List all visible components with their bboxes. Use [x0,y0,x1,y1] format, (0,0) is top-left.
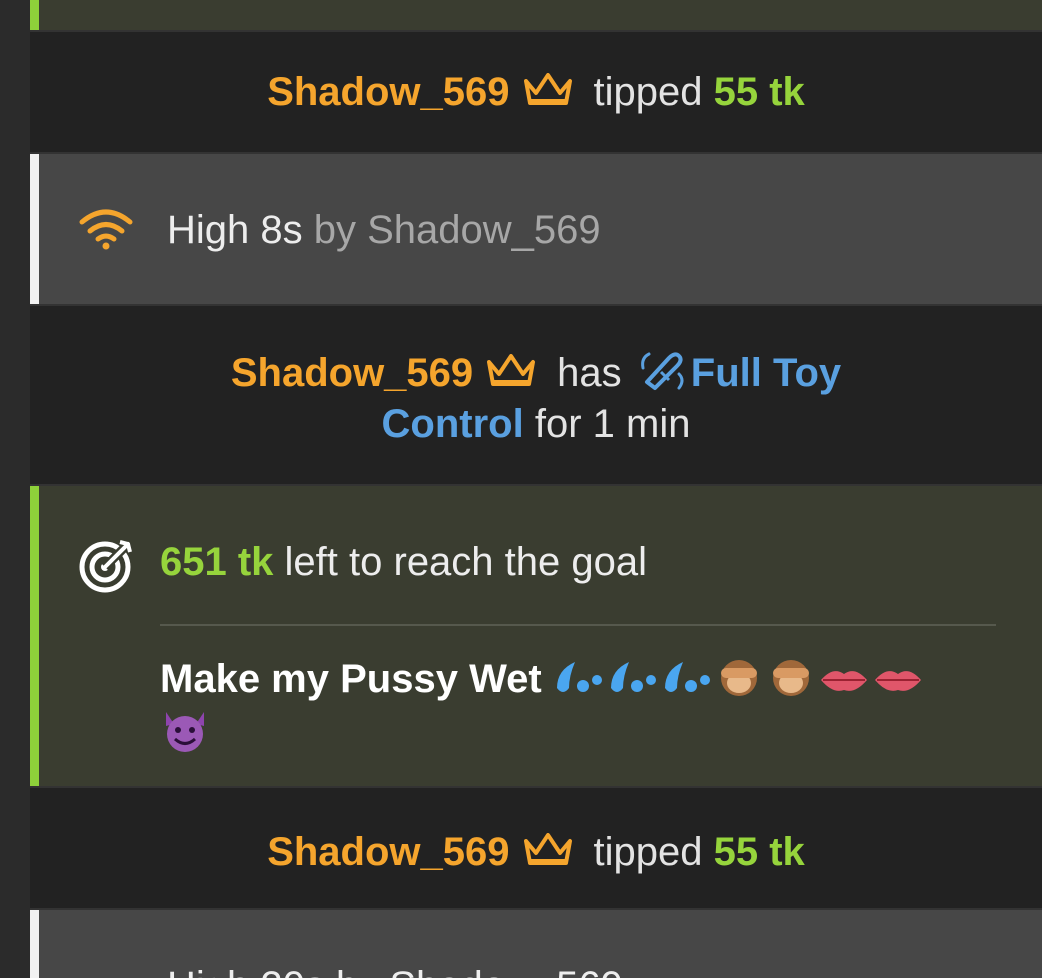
goal-progress-text: 651 tk left to reach the goal [160,540,647,585]
see-no-evil-monkey-emoji [715,656,763,708]
tip-message: Shadow_569 tipped 55 tk [30,32,1042,152]
see-no-evil-monkey-emoji [767,656,815,708]
goal-divider [160,624,996,626]
sweat-droplets-emoji [661,658,711,708]
goal-remaining-amount: 651 tk [160,540,274,584]
vibration-text-partial: High 20s by Shadow_569 [167,964,623,978]
tip-action: tipped [593,830,703,874]
tip-action: tipped [593,70,703,114]
tip-amount: 55 tk [713,830,805,874]
message-accent-bar [30,154,39,304]
tip-amount: 55 tk [713,70,805,114]
vibration-wifi-icon [78,208,134,255]
tip-message: Shadow_569 tipped 55 tk [30,788,1042,908]
message-accent-bar [30,910,39,978]
goal-target-icon [78,536,136,599]
previous-goal-strip [30,0,1042,30]
lips-emoji [819,662,869,708]
toy-control-label-2: Control [381,402,524,446]
sweat-droplets-emoji [553,658,603,708]
sweat-droplets-emoji [607,658,657,708]
crown-icon [523,72,572,117]
vibration-message-partial: High 20s by Shadow_569 [30,910,1042,978]
crown-icon [523,832,572,877]
goal-message: 651 tk left to reach the goal Make my Pu… [30,486,1042,786]
control-duration: for 1 min [534,402,691,446]
tip-line: Shadow_569 tipped 55 tk [30,830,1042,877]
toy-control-label-1: Full Toy [690,351,842,395]
toy-control-icon [639,348,687,402]
control-has: has [557,351,622,395]
crown-icon [487,353,536,398]
tip-username[interactable]: Shadow_569 [267,830,509,874]
toy-control-line-2: Control for 1 min [30,402,1042,447]
smiling-devil-emoji [160,708,210,764]
toy-control-message: Shadow_569 has Full Toy Control for 1 min [30,306,1042,484]
goal-accent-bar [30,486,39,786]
goal-title-text: Make my Pussy Wet [160,657,542,701]
goal-accent-bar [30,0,39,30]
control-username[interactable]: Shadow_569 [231,351,473,395]
goal-title: Make my Pussy Wet [160,656,980,764]
left-gutter [0,0,30,978]
goal-remaining-label: left to reach the goal [284,540,648,584]
lips-emoji [873,662,923,708]
vibration-message: High 8s by Shadow_569 [30,154,1042,304]
vibration-username[interactable]: Shadow_569 [367,208,601,252]
vibration-by: by [313,208,356,252]
chat-feed[interactable]: Shadow_569 tipped 55 tk High 8s by Shadow… [30,0,1042,978]
tip-line: Shadow_569 tipped 55 tk [30,70,1042,117]
vibration-text: High 8s by Shadow_569 [167,208,601,253]
tip-username[interactable]: Shadow_569 [267,70,509,114]
toy-control-line-1: Shadow_569 has Full Toy [30,348,1042,402]
vibration-level: High 8s [167,208,303,252]
